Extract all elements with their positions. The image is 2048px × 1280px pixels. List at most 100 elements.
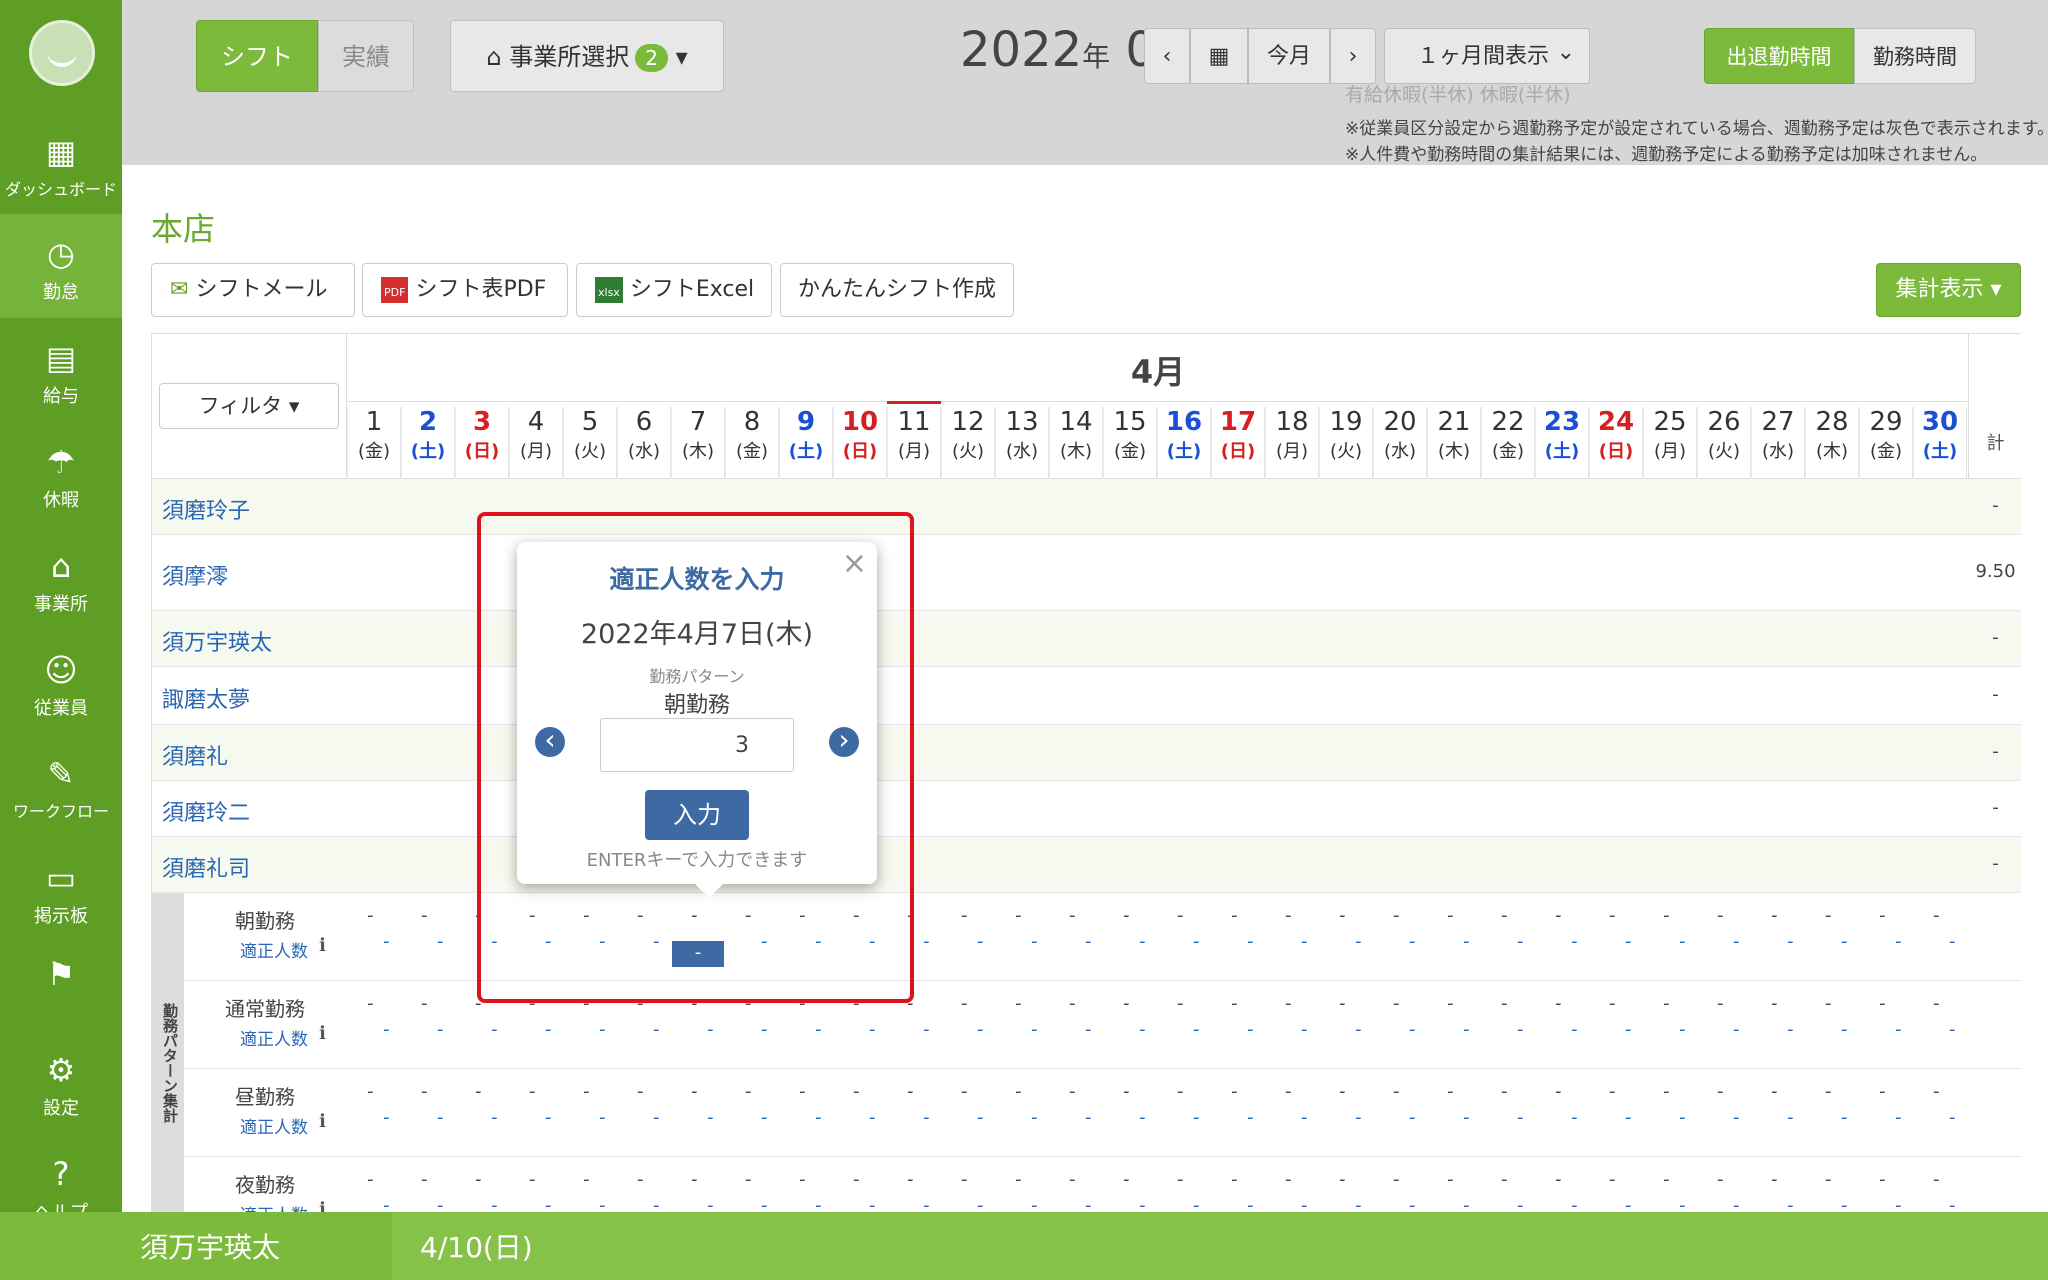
required-count[interactable]: - bbox=[1571, 931, 1578, 952]
required-count[interactable]: - bbox=[1841, 1019, 1848, 1040]
day-header[interactable]: 1 (金) bbox=[347, 407, 401, 479]
required-count[interactable]: - bbox=[1571, 1107, 1578, 1128]
required-count[interactable]: - bbox=[383, 931, 390, 952]
day-header[interactable]: 3 (日) bbox=[455, 407, 509, 479]
required-count[interactable]: - bbox=[1193, 1107, 1200, 1128]
required-count[interactable]: - bbox=[923, 1195, 930, 1213]
day-header[interactable]: 26 (火) bbox=[1697, 407, 1751, 479]
required-count[interactable]: - bbox=[1517, 931, 1524, 952]
employee-name[interactable]: 須磨玲二 bbox=[162, 795, 250, 827]
next-month-button[interactable]: › bbox=[1330, 28, 1376, 84]
required-count[interactable]: - bbox=[599, 1195, 606, 1213]
required-count[interactable]: - bbox=[1733, 931, 1740, 952]
day-header[interactable]: 25 (月) bbox=[1643, 407, 1697, 479]
attendance-time-button[interactable]: 出退勤時間 bbox=[1704, 28, 1854, 84]
close-icon[interactable]: × bbox=[842, 546, 867, 581]
shift-tab[interactable]: シフト bbox=[196, 20, 318, 92]
required-count[interactable]: - bbox=[1787, 1019, 1794, 1040]
required-count[interactable]: - bbox=[1085, 1019, 1092, 1040]
sidebar-item-gear[interactable]: ⚙ 設定 bbox=[0, 1030, 122, 1134]
day-header[interactable]: 2 (土) bbox=[401, 407, 455, 479]
day-header[interactable]: 29 (金) bbox=[1859, 407, 1913, 479]
day-header[interactable]: 14 (木) bbox=[1049, 407, 1103, 479]
required-count[interactable]: - bbox=[1625, 1019, 1632, 1040]
filter-button[interactable]: フィルタ ▾ bbox=[159, 383, 339, 429]
required-count[interactable]: - bbox=[1409, 1195, 1416, 1213]
required-count[interactable]: - bbox=[1355, 1195, 1362, 1213]
required-count[interactable]: - bbox=[1409, 1107, 1416, 1128]
required-count[interactable]: - bbox=[707, 1107, 714, 1128]
required-count[interactable]: - bbox=[1625, 931, 1632, 952]
day-header[interactable]: 8 (金) bbox=[725, 407, 779, 479]
required-count[interactable]: - bbox=[1571, 1195, 1578, 1213]
required-count[interactable]: - bbox=[1085, 1107, 1092, 1128]
required-count[interactable]: - bbox=[1463, 1107, 1470, 1128]
required-count[interactable]: - bbox=[1679, 1019, 1686, 1040]
required-count[interactable]: - bbox=[1301, 1195, 1308, 1213]
day-header[interactable]: 10 (日) bbox=[833, 407, 887, 479]
employee-name[interactable]: 須磨礼 bbox=[162, 739, 228, 771]
office-select-button[interactable]: ⌂ 事業所選択 2 ▾ bbox=[450, 20, 724, 92]
required-count[interactable]: - bbox=[545, 1107, 552, 1128]
sidebar-item-clock[interactable]: ◷ 勤怠 bbox=[0, 214, 122, 318]
day-header[interactable]: 7 (木) bbox=[671, 407, 725, 479]
required-count[interactable]: - bbox=[923, 1019, 930, 1040]
required-count[interactable]: - bbox=[977, 931, 984, 952]
required-count[interactable]: - bbox=[1301, 1019, 1308, 1040]
required-count[interactable]: - bbox=[1301, 1107, 1308, 1128]
easy-shift-button[interactable]: かんたんシフト作成 bbox=[780, 263, 1014, 317]
required-count[interactable]: - bbox=[1247, 1195, 1254, 1213]
prev-pattern-icon[interactable]: ‹ bbox=[535, 726, 565, 757]
required-count[interactable]: - bbox=[599, 1019, 606, 1040]
day-header[interactable]: 23 (土) bbox=[1535, 407, 1589, 479]
required-staff-label[interactable]: 適正人数 bbox=[240, 1025, 308, 1050]
required-count[interactable]: - bbox=[1409, 1019, 1416, 1040]
required-count[interactable]: - bbox=[1949, 1107, 1956, 1128]
view-range-select[interactable]: １ヶ月間表示 ⌄ bbox=[1384, 28, 1590, 84]
required-count[interactable]: - bbox=[1841, 931, 1848, 952]
required-count[interactable]: - bbox=[1247, 1019, 1254, 1040]
required-count[interactable]: - bbox=[977, 1019, 984, 1040]
employee-name[interactable]: 諏磨太夢 bbox=[162, 682, 250, 714]
required-count[interactable]: - bbox=[1895, 931, 1902, 952]
required-count[interactable]: - bbox=[1517, 1019, 1524, 1040]
required-count[interactable]: - bbox=[653, 1107, 660, 1128]
day-header[interactable]: 27 (水) bbox=[1751, 407, 1805, 479]
day-header[interactable]: 20 (水) bbox=[1373, 407, 1427, 479]
sidebar-item-dashboard[interactable]: ▦ ダッシュボード bbox=[0, 120, 122, 224]
submit-button[interactable]: 入力 bbox=[645, 790, 749, 840]
required-count[interactable]: - bbox=[491, 1107, 498, 1128]
day-header[interactable]: 9 (土) bbox=[779, 407, 833, 479]
required-count[interactable]: - bbox=[1409, 931, 1416, 952]
required-count[interactable]: - bbox=[491, 1019, 498, 1040]
required-count[interactable]: - bbox=[707, 1019, 714, 1040]
required-count[interactable]: - bbox=[761, 1019, 768, 1040]
required-count[interactable]: - bbox=[491, 1195, 498, 1213]
user-avatar[interactable] bbox=[29, 20, 95, 86]
employee-name[interactable]: 須万宇瑛太 bbox=[162, 625, 272, 657]
day-header[interactable]: 28 (木) bbox=[1805, 407, 1859, 479]
required-count[interactable]: - bbox=[1085, 931, 1092, 952]
required-count[interactable]: - bbox=[1895, 1107, 1902, 1128]
day-header[interactable]: 13 (水) bbox=[995, 407, 1049, 479]
required-count[interactable]: - bbox=[977, 1107, 984, 1128]
required-count[interactable]: - bbox=[437, 931, 444, 952]
required-count[interactable]: - bbox=[437, 1107, 444, 1128]
shift-excel-button[interactable]: xlsx シフトExcel bbox=[576, 263, 772, 317]
required-count[interactable]: - bbox=[815, 1107, 822, 1128]
required-count[interactable]: - bbox=[869, 1195, 876, 1213]
day-header[interactable]: 17 (日) bbox=[1211, 407, 1265, 479]
required-count[interactable]: - bbox=[1139, 931, 1146, 952]
required-count[interactable]: - bbox=[1031, 931, 1038, 952]
calendar-icon[interactable]: ▦ bbox=[1190, 28, 1248, 84]
required-count[interactable]: - bbox=[545, 1019, 552, 1040]
day-header[interactable]: 19 (火) bbox=[1319, 407, 1373, 479]
employee-name[interactable]: 須摩澪 bbox=[162, 559, 228, 591]
day-header[interactable]: 21 (木) bbox=[1427, 407, 1481, 479]
required-count[interactable]: - bbox=[1355, 931, 1362, 952]
shift-mail-button[interactable]: ✉ シフトメール bbox=[151, 263, 355, 317]
required-count[interactable]: - bbox=[1247, 931, 1254, 952]
required-count[interactable]: - bbox=[1949, 1019, 1956, 1040]
sidebar-item-chat[interactable]: ▭ 掲示板 bbox=[0, 838, 122, 942]
required-count[interactable]: - bbox=[653, 1195, 660, 1213]
